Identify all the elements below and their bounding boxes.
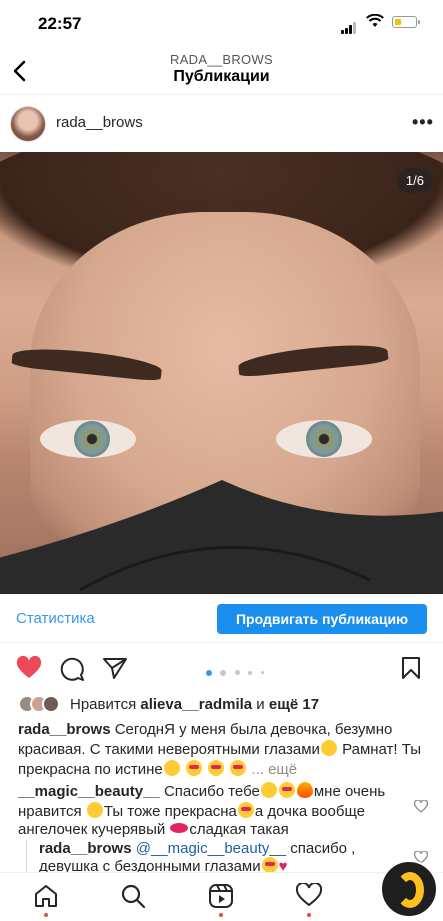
- heart-eyes-emoji-icon: [278, 782, 295, 798]
- comment-like-icon[interactable]: [414, 800, 428, 813]
- save-icon[interactable]: [401, 656, 421, 680]
- carousel-dot: [220, 669, 227, 676]
- likes-text: Нравится alieva__radmila и ещё 17: [70, 696, 320, 713]
- caption-username[interactable]: rada__brows: [18, 721, 111, 738]
- liker-username[interactable]: alieva__radmila: [140, 696, 252, 713]
- search-icon[interactable]: [120, 883, 146, 909]
- heart-eyes-emoji-icon: [208, 760, 225, 776]
- home-icon[interactable]: [33, 883, 59, 909]
- account-name: RADA__BROWS: [170, 52, 273, 67]
- promote-button[interactable]: Продвигать публикацию: [217, 604, 427, 634]
- heart-eyes-emoji-icon: [230, 760, 247, 776]
- more-dots-icon[interactable]: •••: [412, 113, 434, 131]
- activity-icon[interactable]: [296, 883, 322, 907]
- fire-emoji-icon: [296, 782, 313, 798]
- photo-counter: 1/6: [396, 168, 433, 193]
- carousel-dot-active: [206, 669, 212, 676]
- red-heart-emoji-icon: ♥: [278, 858, 288, 872]
- heart-eyes-emoji-icon: [185, 760, 202, 776]
- bottom-tab-bar: [0, 872, 443, 921]
- post-header: rada__brows •••: [0, 100, 443, 148]
- smile-emoji-icon: [86, 801, 103, 818]
- carousel-dot: [260, 671, 264, 675]
- reply-item: rada__brows @__magic__beauty__ спасибо ,…: [26, 840, 416, 872]
- carousel-dot: [248, 670, 253, 675]
- profile-icon[interactable]: [380, 860, 438, 918]
- crying-emoji-icon: [320, 740, 337, 756]
- heart-filled-icon[interactable]: [16, 656, 42, 680]
- comment-icon[interactable]: [59, 656, 85, 682]
- post-caption: rada__brows СегоднЯ у меня была девочка,…: [18, 721, 422, 778]
- wifi-icon: [366, 14, 384, 27]
- clock: 22:57: [38, 14, 82, 33]
- liker-avatars: [18, 694, 66, 714]
- reels-icon[interactable]: [208, 883, 234, 909]
- comment-item: __magic__beauty__ Спасибо тебе мне очень …: [18, 782, 386, 838]
- activity-notification-dot: [307, 913, 311, 917]
- caption-more-link[interactable]: ... ещё: [251, 761, 297, 778]
- insights-bar: Статистика Продвигать публикацию: [0, 594, 443, 643]
- heart-eyes-emoji-icon: [237, 801, 254, 818]
- reply-mention[interactable]: @__magic__beauty__: [136, 840, 286, 857]
- heart-eyes-emoji-icon: [261, 857, 278, 872]
- photo-face-mask: [0, 480, 443, 594]
- status-bar: 22:57: [0, 0, 443, 46]
- nav-header: RADA__BROWS Публикации: [0, 46, 443, 95]
- lips-emoji-icon: [170, 823, 189, 833]
- statistics-link[interactable]: Статистика: [16, 610, 95, 627]
- post-username[interactable]: rada__brows: [56, 114, 143, 131]
- reply-username[interactable]: rada__brows: [39, 840, 132, 857]
- reels-notification-dot: [219, 913, 223, 917]
- hearts-face-emoji-icon: [260, 782, 277, 798]
- page-title: Публикации: [173, 68, 270, 85]
- photo-left-eye: [40, 420, 136, 458]
- home-notification-dot: [44, 913, 48, 917]
- battery-icon: [392, 16, 420, 28]
- crying-emoji-icon: [163, 760, 180, 776]
- likes-row[interactable]: Нравится alieva__radmila и ещё 17: [18, 694, 438, 716]
- avatar[interactable]: [10, 106, 46, 142]
- likes-others[interactable]: ещё 17: [269, 696, 319, 713]
- share-icon[interactable]: [102, 656, 128, 680]
- carousel-dots: [206, 664, 268, 682]
- post-photo[interactable]: 1/6: [0, 152, 443, 594]
- comment-username[interactable]: __magic__beauty__: [18, 783, 160, 800]
- carousel-dot: [234, 670, 240, 676]
- signal-icon: [341, 16, 357, 34]
- photo-right-eye: [276, 420, 372, 458]
